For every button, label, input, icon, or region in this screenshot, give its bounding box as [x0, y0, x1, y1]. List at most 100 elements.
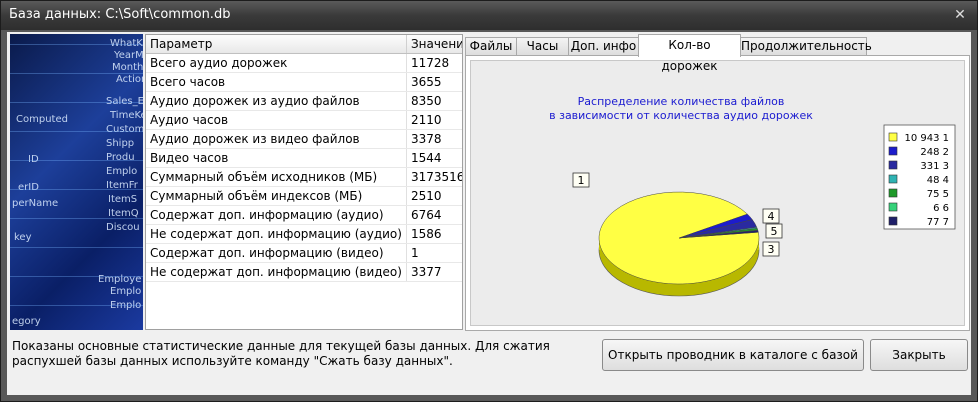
window-frame: WhatKYearMMonthIActionSales_ETimeKeCusto… [1, 30, 977, 401]
table-row[interactable]: Аудио часов 2110 [146, 110, 462, 130]
parameter-cell: Аудио дорожек из видео файлов [146, 129, 407, 149]
legend-entry: 77 7 [927, 217, 949, 228]
decorative-text: YearM [114, 50, 143, 61]
value-cell: 1 [406, 243, 462, 263]
window-title: База данных: C:\Soft\common.db [9, 7, 231, 22]
decorative-line [10, 131, 143, 132]
decorative-text: Custom [106, 124, 143, 135]
decorative-line [10, 276, 143, 277]
decorative-text: Discou [106, 222, 140, 233]
value-cell: 2110 [406, 110, 462, 130]
legend-swatch [888, 174, 898, 184]
table-row[interactable]: Всего часов 3655 [146, 72, 462, 92]
parameter-cell: Аудио дорожек из аудио файлов [146, 91, 407, 111]
chart-area: Распределение количества файлов в зависим… [470, 60, 965, 326]
value-cell: 3377 [406, 262, 462, 282]
decorative-text: egory [12, 316, 41, 327]
decorative-text: Action [116, 74, 143, 85]
pie-chart: Распределение количества файловв зависим… [549, 95, 956, 297]
decorative-line [10, 247, 143, 248]
table-row[interactable]: Не содержат доп. информацию (аудио) 1586 [146, 224, 462, 244]
decorative-line [10, 160, 143, 161]
legend-entry: 75 5 [927, 189, 949, 200]
tab-0[interactable]: Файлы [465, 37, 517, 56]
column-header-value[interactable]: Значение [406, 35, 462, 54]
decorative-line [10, 102, 143, 103]
tab-2[interactable]: Доп. инфо [568, 37, 639, 56]
legend-swatch [888, 188, 898, 198]
decorative-text: Emplo [106, 166, 138, 177]
parameter-cell: Содержат доп. информацию (видео) [146, 243, 407, 263]
status-text: Показаны основные статистические данные … [12, 339, 550, 368]
decorative-line [10, 189, 143, 190]
table-row[interactable]: Содержат доп. информацию (видео) 1 [146, 243, 462, 263]
table-row[interactable]: Аудио дорожек из видео файлов 3378 [146, 129, 462, 149]
table-row[interactable]: Содержат доп. информацию (аудио) 6764 [146, 205, 462, 225]
close-button[interactable]: Закрыть [870, 339, 968, 371]
title-bar[interactable]: База данных: C:\Soft\common.db ✕ [1, 1, 977, 30]
decorative-text: Produ [106, 152, 135, 163]
decorative-text: perName [12, 198, 59, 209]
decorative-text: TimeKe [110, 110, 143, 121]
value-cell: 2510 [406, 186, 462, 206]
legend-entry: 331 3 [920, 161, 949, 172]
tab-strip: Файлы Часы Доп. инфо Кол-во дорожек Продолжи… [465, 34, 970, 73]
legend-entry: 6 6 [933, 203, 949, 214]
slice-label: 4 [768, 210, 775, 223]
chart-subtitle: в зависимости от количества аудио дороже… [549, 109, 813, 122]
statistics-grid[interactable]: ПараметрЗначение Всего аудио дорожек1172… [145, 34, 463, 330]
decorative-database-image: WhatKYearMMonthIActionSales_ETimeKeCusto… [10, 34, 143, 330]
client-area: WhatKYearMMonthIActionSales_ETimeKeCusto… [7, 32, 971, 395]
parameter-cell: Не содержат доп. информацию (видео) [146, 262, 407, 282]
decorative-text: erID [18, 182, 39, 193]
table-row[interactable]: Видео часов 1544 [146, 148, 462, 168]
table-row[interactable]: Всего аудио дорожек 11728 [146, 53, 462, 73]
parameter-cell: Суммарный объём исходников (МБ) [146, 167, 407, 187]
legend-swatch [888, 160, 898, 170]
tab-3[interactable]: Кол-во дорожек [638, 34, 741, 73]
table-row[interactable]: Аудио дорожек из аудио файлов 8350 [146, 91, 462, 111]
parameter-cell: Суммарный объём индексов (МБ) [146, 186, 407, 206]
slice-label: 3 [768, 243, 775, 256]
legend-swatch [888, 202, 898, 212]
value-cell: 3655 [406, 72, 462, 92]
decorative-line [10, 218, 143, 219]
value-cell: 6764 [406, 205, 462, 225]
open-explorer-button[interactable]: Открыть проводник в каталоге с базой [602, 339, 864, 371]
table-row[interactable]: Суммарный объём исходников (МБ) 3173516 [146, 167, 462, 187]
decorative-text: Shipp [106, 138, 135, 149]
parameter-cell: Всего часов [146, 72, 407, 92]
parameter-cell: Аудио часов [146, 110, 407, 130]
slice-label: 1 [578, 174, 585, 187]
decorative-text: MonthI [112, 62, 143, 73]
value-cell: 3378 [406, 129, 462, 149]
legend-entry: 248 2 [920, 147, 949, 158]
column-header-parameter[interactable]: Параметр [146, 35, 407, 54]
parameter-cell: Содержат доп. информацию (аудио) [146, 205, 407, 225]
decorative-line [10, 44, 143, 45]
legend-swatch [888, 132, 898, 142]
tab-4[interactable]: Продолжительность [740, 37, 872, 56]
table-row[interactable]: Суммарный объём индексов (МБ) 2510 [146, 186, 462, 206]
slice-label: 5 [771, 225, 778, 238]
decorative-line [10, 73, 143, 74]
value-cell: 1544 [406, 148, 462, 168]
close-icon[interactable]: ✕ [949, 5, 971, 25]
decorative-text: Emplo [110, 286, 142, 297]
tab-page-track-count: Распределение количества файлов в зависим… [465, 55, 970, 331]
decorative-text: key [14, 232, 32, 243]
parameter-cell: Всего аудио дорожек [146, 53, 407, 73]
legend-entry: 10 943 1 [904, 133, 949, 144]
value-cell: 11728 [406, 53, 462, 73]
parameter-cell: Видео часов [146, 148, 407, 168]
value-cell: 3173516 [406, 167, 462, 187]
parameter-cell: Не содержат доп. информацию (аудио) [146, 224, 407, 244]
value-cell: 8350 [406, 91, 462, 111]
legend-swatch [888, 146, 898, 156]
tab-1[interactable]: Часы [516, 37, 569, 56]
app-window: База данных: C:\Soft\common.db ✕ WhatK Ye… [0, 0, 978, 402]
chart-title: Распределение количества файлов [578, 95, 785, 108]
legend-entry: 48 4 [927, 175, 949, 186]
table-row[interactable]: Не содержат доп. информацию (видео) 3377 [146, 262, 462, 282]
value-cell: 1586 [406, 224, 462, 244]
